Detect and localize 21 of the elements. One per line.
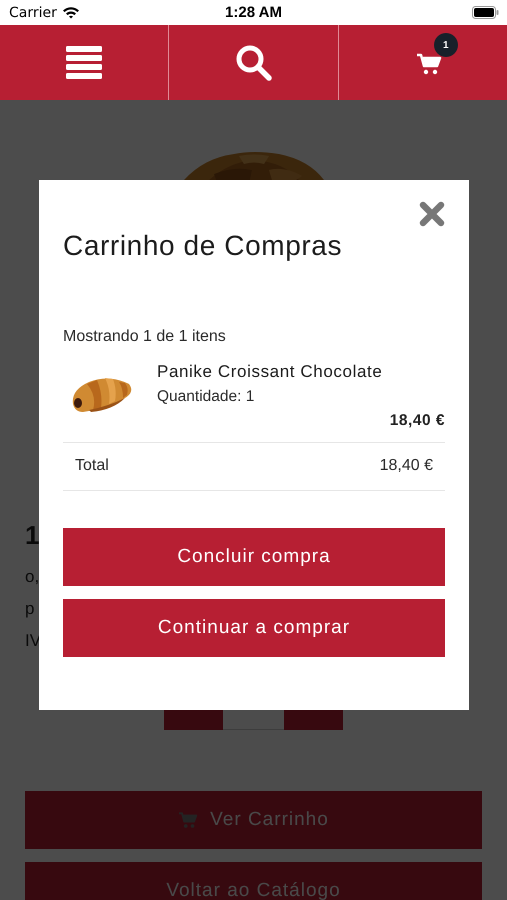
wifi-icon bbox=[62, 6, 80, 19]
close-icon[interactable] bbox=[419, 201, 445, 227]
total-label: Total bbox=[75, 457, 109, 475]
menu-icon[interactable] bbox=[66, 46, 102, 79]
description-text: o, bbox=[25, 566, 40, 588]
description-text: p bbox=[25, 598, 34, 620]
product-quantity: Quantidade: 1 bbox=[157, 388, 256, 406]
cart-count-badge: 1 bbox=[434, 33, 458, 57]
status-time: 1:28 AM bbox=[225, 4, 282, 21]
battery-icon bbox=[472, 6, 499, 19]
total-value: 18,40 € bbox=[380, 457, 433, 475]
product-price: 1 bbox=[25, 520, 40, 550]
cart-icon[interactable] bbox=[416, 51, 442, 77]
dialog-title: Carrinho de Compras bbox=[63, 229, 344, 263]
checkout-button[interactable]: Concluir compra bbox=[63, 528, 445, 586]
product-name: Panike Croissant Chocolate bbox=[157, 362, 384, 382]
search-icon[interactable] bbox=[234, 44, 272, 81]
continue-shopping-button[interactable]: Continuar a comprar bbox=[63, 599, 445, 657]
product-price: 18,40 € bbox=[390, 412, 445, 430]
item-count-text: Mostrando 1 de 1 itens bbox=[63, 328, 227, 346]
carrier-name: Carrier bbox=[9, 4, 57, 20]
